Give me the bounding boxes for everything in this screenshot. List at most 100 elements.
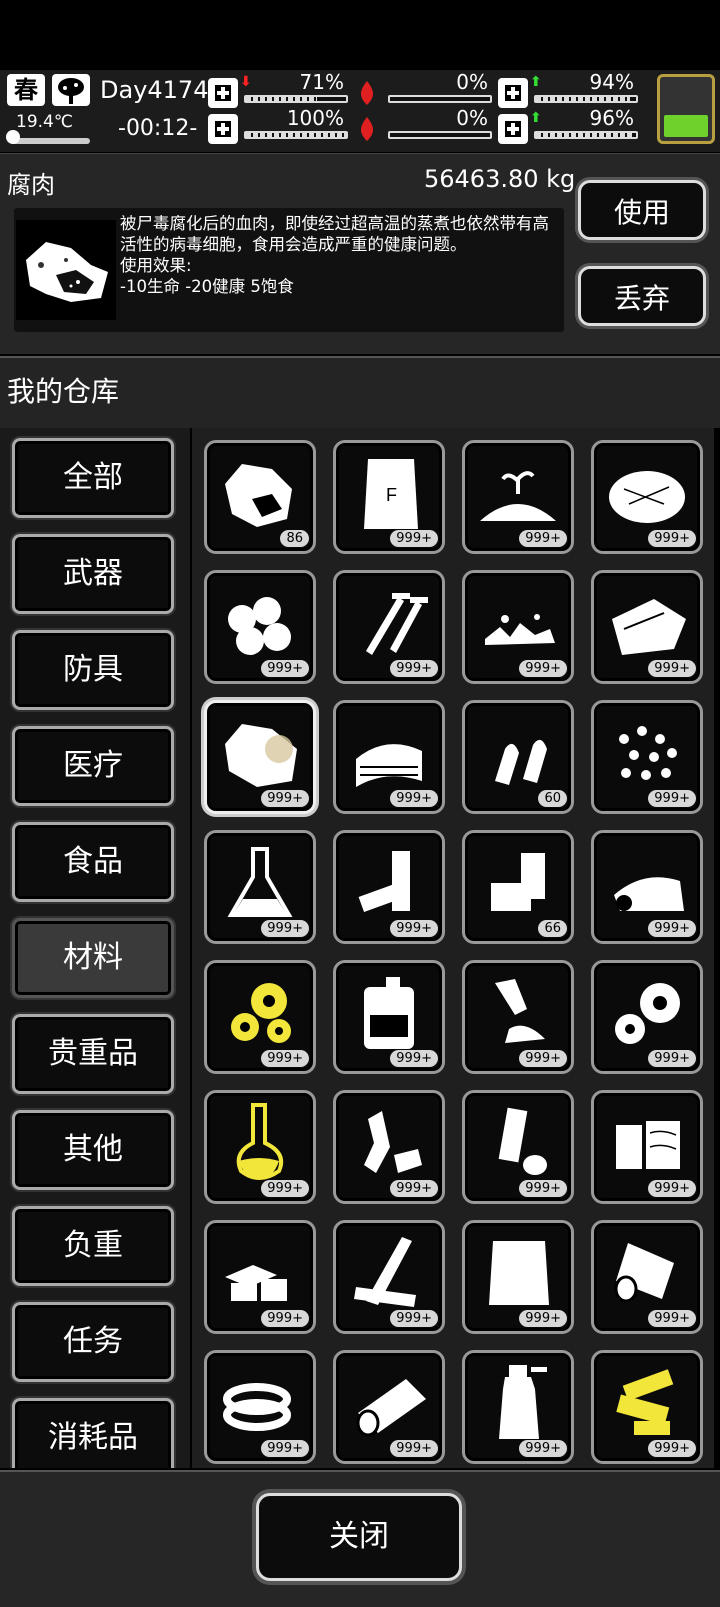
close-button[interactable]: 关闭 [256, 1493, 462, 1581]
stamina-bar-fill [536, 97, 630, 101]
thirst-percent: 0% [456, 106, 488, 130]
weather-icon [52, 74, 90, 106]
heart-icon [498, 114, 528, 144]
game-clock: -00:12- [118, 116, 198, 141]
battery-icon [657, 74, 715, 144]
mood-trend-up-icon: ⬆ [530, 110, 542, 126]
item-slot[interactable]: 60 [462, 700, 574, 814]
health-bar-fill [246, 97, 317, 101]
item-slot[interactable]: 999+ [204, 1220, 316, 1334]
item-count-badge: 999+ [519, 1440, 567, 1457]
category-tab[interactable]: 武器 [12, 534, 174, 614]
item-count-badge: 999+ [261, 1050, 309, 1067]
item-slot[interactable]: 999+ [591, 1090, 703, 1204]
item-weight: 56463.80 kg [424, 165, 576, 193]
category-tab[interactable]: 医疗 [12, 726, 174, 806]
item-slot[interactable]: 999+ [333, 1350, 445, 1464]
item-description: 被尸毒腐化后的血肉，即使经过超高温的蒸煮也依然带有高活性的病毒细胞，食用会造成严… [120, 214, 549, 296]
item-slot[interactable]: 999+ [462, 570, 574, 684]
item-count-badge: 999+ [390, 1310, 438, 1327]
item-slot[interactable]: 999+ [591, 1350, 703, 1464]
item-count-badge: 999+ [648, 1310, 696, 1327]
item-slot[interactable]: 999+ [204, 830, 316, 944]
item-count-badge: 999+ [648, 1440, 696, 1457]
item-slot[interactable]: 999+ [333, 1090, 445, 1204]
boot-icon [208, 114, 238, 144]
item-slot[interactable]: 999+ [462, 1090, 574, 1204]
item-count-badge: 999+ [390, 1180, 438, 1197]
item-slot[interactable]: 999+ [462, 1350, 574, 1464]
item-slot[interactable]: 999+ [333, 830, 445, 944]
item-count-badge: 86 [280, 530, 309, 547]
item-slot[interactable]: 999+ [333, 1220, 445, 1334]
item-count-badge: 999+ [519, 1310, 567, 1327]
discard-button[interactable]: 丢弃 [578, 266, 706, 326]
item-slot[interactable]: 66 [462, 830, 574, 944]
category-tab[interactable]: 其他 [12, 1110, 174, 1190]
category-tab[interactable]: 任务 [12, 1302, 174, 1382]
item-count-badge: 999+ [390, 1440, 438, 1457]
use-button[interactable]: 使用 [578, 180, 706, 240]
item-slot[interactable]: 999+ [591, 700, 703, 814]
item-count-badge: 60 [538, 790, 567, 807]
category-tab[interactable]: 材料 [12, 918, 174, 998]
category-sidebar[interactable]: 全部武器防具医疗食品材料贵重品其他负重任务消耗品 [0, 428, 190, 1468]
svg-text:F: F [386, 485, 397, 505]
item-name: 腐肉 [7, 171, 55, 199]
category-tab[interactable]: 防具 [12, 630, 174, 710]
item-count-badge: 999+ [261, 790, 309, 807]
item-count-badge: 999+ [519, 1180, 567, 1197]
leg-bar [244, 131, 348, 139]
pill-icon [498, 78, 528, 108]
medkit-icon [208, 78, 238, 108]
item-count-badge: 999+ [390, 920, 438, 937]
item-slot[interactable]: F 999+ [333, 440, 445, 554]
item-slot[interactable]: 999+ [204, 570, 316, 684]
item-slot[interactable]: 999+ [333, 570, 445, 684]
item-slot[interactable]: 999+ [591, 960, 703, 1074]
rotten-meat-icon [16, 220, 116, 320]
item-count-badge: 999+ [390, 530, 438, 547]
leg-percent: 100% [286, 106, 344, 130]
category-tab[interactable]: 食品 [12, 822, 174, 902]
item-grid[interactable]: 86 F 999+ 999+ 999+ 999+ 999+ 999+ 999+ 999+ 999+ 6… [192, 428, 714, 1468]
hunger-bar [388, 95, 492, 103]
item-slot[interactable]: 999+ [204, 960, 316, 1074]
mood-bar-fill [536, 133, 632, 137]
item-count-badge: 999+ [390, 790, 438, 807]
item-slot[interactable]: 999+ [591, 570, 703, 684]
stomach-icon [352, 78, 382, 108]
thirst-bar [388, 131, 492, 139]
item-slot[interactable]: 999+ [591, 830, 703, 944]
stamina-trend-up-icon: ⬆ [530, 74, 542, 90]
item-count-badge: 999+ [390, 660, 438, 677]
category-tab[interactable]: 全部 [12, 438, 174, 518]
item-slot[interactable]: 999+ [204, 1090, 316, 1204]
item-count-badge: 999+ [261, 1180, 309, 1197]
item-slot[interactable]: 999+ [591, 1220, 703, 1334]
item-count-badge: 999+ [390, 1050, 438, 1067]
item-count-badge: 999+ [261, 920, 309, 937]
category-tab[interactable]: 负重 [12, 1206, 174, 1286]
category-tab[interactable]: 贵重品 [12, 1014, 174, 1094]
mood-bar [534, 131, 638, 139]
item-slot[interactable]: 999+ [462, 440, 574, 554]
item-count-badge: 66 [538, 920, 567, 937]
category-tab[interactable]: 消耗品 [12, 1398, 174, 1468]
item-slot[interactable]: 999+ [462, 960, 574, 1074]
item-slot[interactable]: 999+ [333, 960, 445, 1074]
item-count-badge: 999+ [519, 660, 567, 677]
item-slot[interactable]: 999+ [333, 700, 445, 814]
item-count-badge: 999+ [261, 1310, 309, 1327]
item-count-badge: 999+ [648, 790, 696, 807]
mood-percent: 96% [589, 106, 634, 130]
item-slot[interactable]: 999+ [462, 1220, 574, 1334]
item-count-badge: 999+ [261, 660, 309, 677]
item-slot[interactable]: 86 [204, 440, 316, 554]
item-slot[interactable]: 999+ [591, 440, 703, 554]
battery-level [664, 115, 708, 137]
temperature-bar [10, 138, 90, 144]
item-slot[interactable]: 999+ [204, 700, 316, 814]
season-badge: 春 [7, 74, 45, 106]
item-slot[interactable]: 999+ [204, 1350, 316, 1464]
